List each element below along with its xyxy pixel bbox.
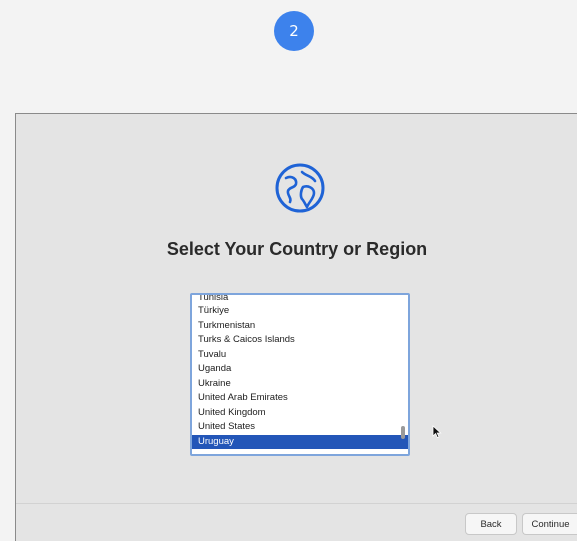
footer-divider [16,503,577,504]
list-item[interactable]: United Kingdom [192,406,408,421]
globe-icon [272,160,328,216]
list-scrollbar[interactable] [401,426,405,439]
list-item[interactable]: Türkiye [192,304,408,319]
list-item[interactable]: Turkmenistan [192,319,408,334]
list-item[interactable]: United States [192,420,408,435]
step-badge: 2 [274,11,314,51]
list-item[interactable]: Ukraine [192,377,408,392]
list-item[interactable]: Uganda [192,362,408,377]
page-title: Select Your Country or Region [166,239,428,259]
setup-assistant-window: Select Your Country or Region Tunisia Tü… [15,113,577,541]
list-item-selected[interactable]: Uruguay [192,434,408,449]
list-item[interactable]: Tunisia [192,295,408,304]
list-item[interactable]: Turks & Caicos Islands [192,333,408,348]
country-list[interactable]: Tunisia Türkiye Turkmenistan Turks & Cai… [190,293,410,456]
step-number: 2 [289,22,299,40]
mouse-pointer-icon [432,425,442,439]
country-list-items: Tunisia Türkiye Turkmenistan Turks & Cai… [192,295,408,449]
back-button[interactable]: Back [465,513,517,535]
list-item[interactable]: Tuvalu [192,348,408,363]
continue-button[interactable]: Continue [522,513,577,535]
list-item[interactable]: United Arab Emirates [192,391,408,406]
